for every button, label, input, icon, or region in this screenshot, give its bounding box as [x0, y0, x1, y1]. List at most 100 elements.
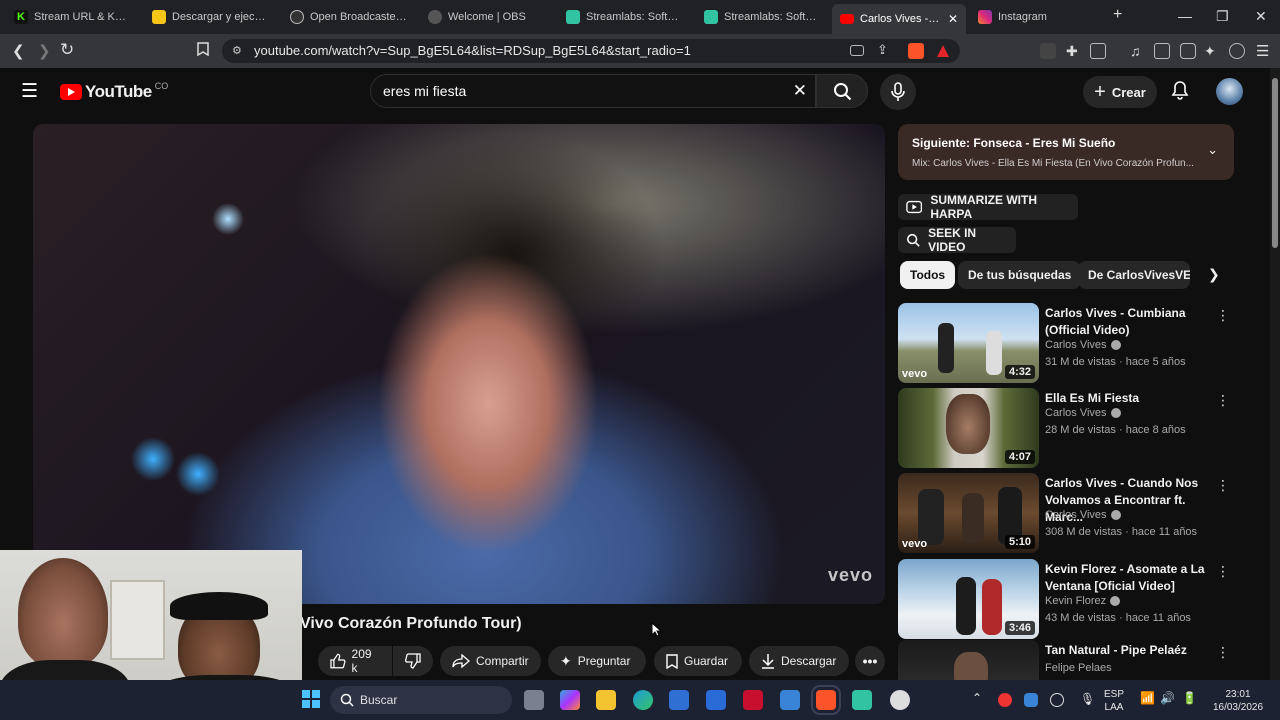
- file-explorer-icon[interactable]: [596, 690, 616, 710]
- bookmark-icon[interactable]: [197, 42, 209, 60]
- mcafee-icon[interactable]: [743, 690, 763, 710]
- puzzle-icon[interactable]: ✚: [1066, 43, 1082, 59]
- browser-tab[interactable]: Welcome | OBS: [420, 4, 554, 30]
- brave-rewards-icon[interactable]: [935, 43, 951, 59]
- windows-start-icon[interactable]: [302, 690, 320, 708]
- related-video-item[interactable]: 3:46 Kevin Florez - Asomate a La Ventana…: [898, 559, 1234, 639]
- reload-icon[interactable]: ↻: [60, 40, 74, 60]
- vpn-icon[interactable]: [1229, 43, 1245, 59]
- tray-app-icon[interactable]: [998, 693, 1012, 707]
- notifications-bell-icon[interactable]: [1171, 80, 1189, 100]
- search-icon: [340, 693, 354, 707]
- edge-icon[interactable]: [633, 690, 653, 710]
- scrollbar-thumb[interactable]: [1272, 78, 1278, 248]
- avatar[interactable]: [1216, 78, 1243, 105]
- video-thumbnail[interactable]: 3:46: [898, 559, 1039, 639]
- chevron-down-icon[interactable]: ⌄: [1207, 142, 1218, 158]
- summarize-harpa-button[interactable]: SUMMARIZE WITH HARPA: [898, 193, 1078, 221]
- related-video-item[interactable]: 4:07 Ella Es Mi Fiesta Carlos Vives 28 M…: [898, 388, 1234, 468]
- browser-tab[interactable]: Streamlabs: Software: [696, 4, 830, 30]
- menu-icon[interactable]: ☰: [1256, 42, 1269, 60]
- microphone-tray-icon[interactable]: 🎙: [1080, 693, 1095, 706]
- more-actions-button[interactable]: •••: [855, 646, 885, 676]
- dislike-button[interactable]: [393, 646, 433, 676]
- chevron-up-icon[interactable]: ⌃: [972, 692, 982, 705]
- new-tab-button[interactable]: +: [1113, 6, 1122, 24]
- browser-tab[interactable]: Open Broadcaster Sof: [282, 4, 416, 30]
- share-page-icon[interactable]: ⇪: [877, 42, 888, 58]
- chevron-right-icon[interactable]: ❯: [1208, 266, 1220, 283]
- search-button[interactable]: [816, 74, 868, 108]
- hamburger-menu-icon[interactable]: ☰: [21, 80, 38, 103]
- extension-box-icon[interactable]: [1090, 43, 1106, 59]
- close-window-icon[interactable]: ✕: [1255, 8, 1267, 25]
- language-indicator[interactable]: ESP LAA: [1104, 688, 1124, 714]
- more-vertical-icon[interactable]: ⋮: [1216, 307, 1230, 324]
- back-icon[interactable]: ❮: [12, 42, 25, 60]
- related-video-item[interactable]: Tan Natural - Pipe Pelaéz Felipe Pelaes …: [898, 640, 1234, 680]
- related-video-item[interactable]: vevo 4:32 Carlos Vives - Cumbiana (Offic…: [898, 303, 1234, 383]
- ask-button[interactable]: ✦ Preguntar: [548, 646, 646, 676]
- video-thumbnail[interactable]: [898, 640, 1039, 680]
- chip-from-searches[interactable]: De tus búsquedas: [958, 261, 1082, 289]
- chip-from-channel[interactable]: De CarlosVivesVEVO: [1078, 261, 1190, 289]
- brave-browser-icon[interactable]: [811, 685, 841, 715]
- windows-taskbar: Buscar ⌃ 🎙 ESP LAA 📶 🔊 🔋 23:01 16/03/202…: [0, 680, 1280, 720]
- forward-icon[interactable]: ❯: [38, 42, 51, 60]
- app-icon[interactable]: [706, 690, 726, 710]
- video-thumbnail[interactable]: vevo 4:32: [898, 303, 1039, 383]
- site-settings-icon[interactable]: ⚙: [232, 39, 242, 63]
- create-button[interactable]: + Crear: [1083, 76, 1157, 108]
- wallet-icon[interactable]: [1180, 43, 1196, 59]
- battery-icon[interactable]: 🔋: [1182, 692, 1197, 705]
- sparkle-icon[interactable]: ✦: [1204, 43, 1220, 59]
- browser-tab[interactable]: Instagram: [970, 4, 1104, 30]
- task-view-icon[interactable]: [524, 690, 544, 710]
- related-video-item[interactable]: vevo 5:10 Carlos Vives - Cuando Nos Volv…: [898, 473, 1234, 553]
- microsoft-store-icon[interactable]: [669, 690, 689, 710]
- wifi-icon[interactable]: 📶: [1140, 692, 1155, 705]
- search-input[interactable]: eres mi fiesta ✕: [370, 74, 816, 108]
- cast-icon[interactable]: [850, 45, 864, 56]
- maximize-icon[interactable]: ❐: [1216, 8, 1229, 25]
- seek-in-video-button[interactable]: SEEK IN VIDEO: [898, 226, 1016, 254]
- more-vertical-icon[interactable]: ⋮: [1216, 477, 1230, 494]
- chip-all[interactable]: Todos: [900, 261, 956, 289]
- sidebar-toggle-icon[interactable]: [1154, 43, 1170, 59]
- page-scrollbar[interactable]: [1270, 68, 1280, 680]
- music-icon[interactable]: ♫: [1130, 43, 1146, 59]
- obs-icon[interactable]: [890, 690, 910, 710]
- more-horizontal-icon: •••: [862, 653, 878, 669]
- video-thumbnail[interactable]: 4:07: [898, 388, 1039, 468]
- mail-icon[interactable]: [780, 690, 800, 710]
- more-vertical-icon[interactable]: ⋮: [1216, 392, 1230, 409]
- browser-tab[interactable]: Descargar y ejecutar: [144, 4, 278, 30]
- brave-shields-icon[interactable]: [908, 43, 924, 59]
- save-button[interactable]: Guardar: [654, 646, 742, 676]
- browser-tab[interactable]: Streamlabs: Software: [558, 4, 692, 30]
- more-vertical-icon[interactable]: ⋮: [1216, 644, 1230, 661]
- share-arrow-icon: [452, 654, 470, 668]
- close-tab-icon[interactable]: ✕: [948, 12, 958, 26]
- clock[interactable]: 23:01 16/03/2026: [1208, 688, 1268, 714]
- like-button[interactable]: 209 k: [318, 646, 392, 676]
- youtube-logo[interactable]: YouTube CO: [60, 81, 168, 102]
- browser-tab[interactable]: K Stream URL & Key - K: [6, 4, 138, 30]
- voice-search-button[interactable]: [880, 74, 916, 110]
- volume-icon[interactable]: 🔊: [1160, 692, 1175, 705]
- share-button[interactable]: Compartir: [440, 646, 541, 676]
- download-button[interactable]: Descargar: [749, 646, 849, 676]
- clear-search-icon[interactable]: ✕: [793, 75, 807, 107]
- streamlabs-icon[interactable]: [852, 690, 872, 710]
- copilot-icon[interactable]: [560, 690, 580, 710]
- extension-icon[interactable]: [1040, 43, 1056, 59]
- next-up-panel[interactable]: Siguiente: Fonseca - Eres Mi Sueño Mix: …: [898, 124, 1234, 180]
- browser-tab-active[interactable]: Carlos Vives - Ella ✕: [832, 4, 966, 34]
- tray-sync-icon[interactable]: [1050, 693, 1064, 707]
- taskbar-search-input[interactable]: Buscar: [330, 686, 512, 714]
- tray-app-icon[interactable]: [1024, 693, 1038, 707]
- minimize-icon[interactable]: —: [1178, 8, 1192, 24]
- video-player[interactable]: vevo: [33, 124, 885, 604]
- more-vertical-icon[interactable]: ⋮: [1216, 563, 1230, 580]
- video-thumbnail[interactable]: vevo 5:10: [898, 473, 1039, 553]
